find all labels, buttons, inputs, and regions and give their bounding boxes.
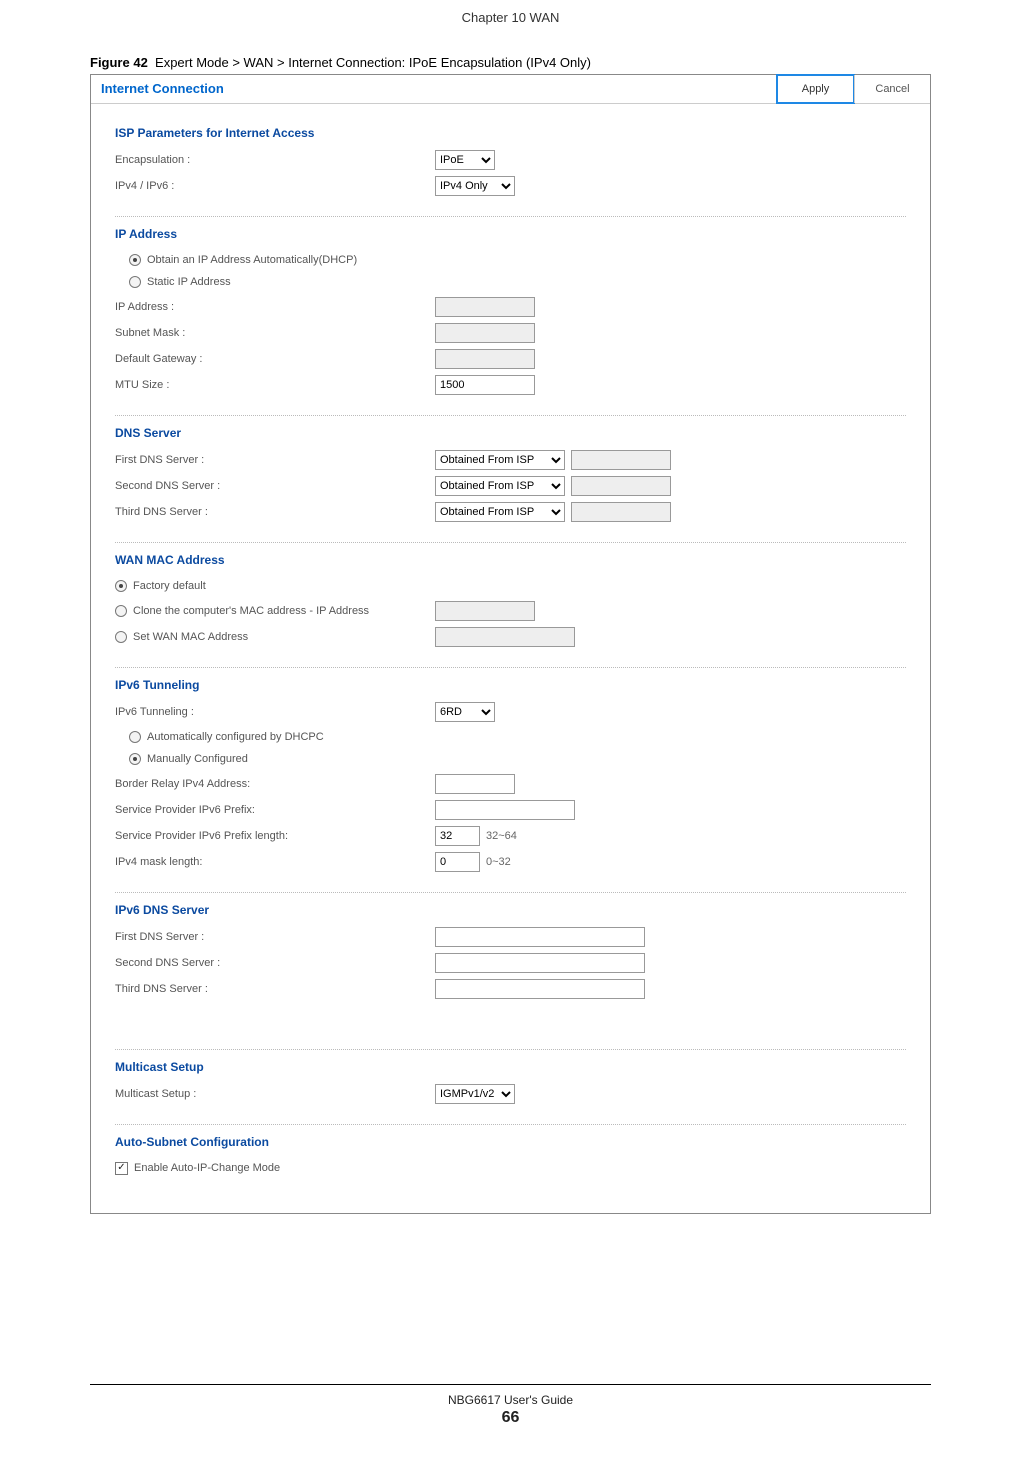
first-dns-label: First DNS Server : bbox=[115, 454, 435, 466]
border-relay-label: Border Relay IPv4 Address: bbox=[115, 778, 435, 790]
radio-icon bbox=[129, 753, 141, 765]
ipv6-first-dns-label: First DNS Server : bbox=[115, 931, 435, 943]
ipv6-third-dns-label: Third DNS Server : bbox=[115, 983, 435, 995]
section-heading-ipv6dns: IPv6 DNS Server bbox=[115, 903, 906, 917]
radio-static-label: Static IP Address bbox=[147, 276, 231, 288]
radio-dhcp[interactable]: Obtain an IP Address Automatically(DHCP) bbox=[115, 249, 906, 271]
radio-setmac-label[interactable]: Set WAN MAC Address bbox=[133, 631, 248, 643]
radio-factory-default[interactable]: Factory default bbox=[115, 575, 906, 597]
page-number: 66 bbox=[0, 1409, 1021, 1427]
tunneling-mode-label: IPv6 Tunneling : bbox=[115, 706, 435, 718]
radio-icon bbox=[115, 605, 127, 617]
section-heading-dns: DNS Server bbox=[115, 426, 906, 440]
ip-address-input[interactable] bbox=[435, 297, 535, 317]
checkbox-icon bbox=[115, 1162, 128, 1175]
section-multicast: Multicast Setup Multicast Setup : IGMPv1… bbox=[115, 1050, 906, 1125]
footer-guide-title: NBG6617 User's Guide bbox=[0, 1393, 1021, 1407]
radio-icon bbox=[115, 631, 127, 643]
radio-tun-manual[interactable]: Manually Configured bbox=[115, 748, 906, 770]
multicast-label: Multicast Setup : bbox=[115, 1088, 435, 1100]
radio-static[interactable]: Static IP Address bbox=[115, 271, 906, 293]
chapter-header: Chapter 10 WAN bbox=[90, 10, 931, 25]
titlebar: Internet Connection Apply Cancel bbox=[91, 75, 930, 104]
auto-ip-change-checkbox-row[interactable]: Enable Auto-IP-Change Mode bbox=[115, 1157, 906, 1179]
second-dns-select[interactable]: Obtained From ISP bbox=[435, 476, 565, 496]
ipver-label: IPv4 / IPv6 : bbox=[115, 180, 435, 192]
ipv6-second-dns-input[interactable] bbox=[435, 953, 645, 973]
radio-dhcp-label: Obtain an IP Address Automatically(DHCP) bbox=[147, 254, 357, 266]
section-ipv6-dns: IPv6 DNS Server First DNS Server : Secon… bbox=[115, 893, 906, 1050]
radio-icon bbox=[129, 276, 141, 288]
section-auto-subnet: Auto-Subnet Configuration Enable Auto-IP… bbox=[115, 1125, 906, 1195]
multicast-select[interactable]: IGMPv1/v2 bbox=[435, 1084, 515, 1104]
page-footer: NBG6617 User's Guide 66 bbox=[0, 1385, 1021, 1447]
radio-tun-auto[interactable]: Automatically configured by DHCPC bbox=[115, 726, 906, 748]
section-heading-multicast: Multicast Setup bbox=[115, 1060, 906, 1074]
subnet-mask-label: Subnet Mask : bbox=[115, 327, 435, 339]
tunneling-mode-select[interactable]: 6RD bbox=[435, 702, 495, 722]
sp-prefix-len-hint: 32~64 bbox=[486, 830, 517, 842]
section-dns-server: DNS Server First DNS Server : Obtained F… bbox=[115, 416, 906, 543]
radio-icon bbox=[115, 580, 127, 592]
third-dns-label: Third DNS Server : bbox=[115, 506, 435, 518]
figure-caption: Figure 42 Expert Mode > WAN > Internet C… bbox=[90, 55, 931, 70]
ip-address-label: IP Address : bbox=[115, 301, 435, 313]
section-heading-mac: WAN MAC Address bbox=[115, 553, 906, 567]
radio-icon bbox=[129, 731, 141, 743]
section-heading-ipaddr: IP Address bbox=[115, 227, 906, 241]
first-dns-input[interactable] bbox=[571, 450, 671, 470]
sp-prefix-len-label: Service Provider IPv6 Prefix length: bbox=[115, 830, 435, 842]
section-heading-autosubnet: Auto-Subnet Configuration bbox=[115, 1135, 906, 1149]
second-dns-input[interactable] bbox=[571, 476, 671, 496]
v4-mask-label: IPv4 mask length: bbox=[115, 856, 435, 868]
section-wan-mac: WAN MAC Address Factory default Clone th… bbox=[115, 543, 906, 668]
cancel-button[interactable]: Cancel bbox=[854, 75, 930, 103]
ipv6-third-dns-input[interactable] bbox=[435, 979, 645, 999]
mtu-size-input[interactable] bbox=[435, 375, 535, 395]
ipver-select[interactable]: IPv4 Only bbox=[435, 176, 515, 196]
radio-factory-label: Factory default bbox=[133, 580, 206, 592]
second-dns-label: Second DNS Server : bbox=[115, 480, 435, 492]
section-ip-address: IP Address Obtain an IP Address Automati… bbox=[115, 217, 906, 416]
internet-connection-panel: Internet Connection Apply Cancel ISP Par… bbox=[90, 74, 931, 1214]
first-dns-select[interactable]: Obtained From ISP bbox=[435, 450, 565, 470]
border-relay-input[interactable] bbox=[435, 774, 515, 794]
third-dns-select[interactable]: Obtained From ISP bbox=[435, 502, 565, 522]
set-wan-mac-input[interactable] bbox=[435, 627, 575, 647]
clone-mac-ip-input[interactable] bbox=[435, 601, 535, 621]
radio-tun-auto-label: Automatically configured by DHCPC bbox=[147, 731, 324, 743]
section-isp-params: ISP Parameters for Internet Access Encap… bbox=[115, 116, 906, 217]
panel-title: Internet Connection bbox=[91, 75, 777, 103]
radio-clone-label[interactable]: Clone the computer's MAC address - IP Ad… bbox=[133, 605, 369, 617]
section-heading-isp: ISP Parameters for Internet Access bbox=[115, 126, 906, 140]
sp-prefix-label: Service Provider IPv6 Prefix: bbox=[115, 804, 435, 816]
apply-button[interactable]: Apply bbox=[776, 74, 855, 104]
third-dns-input[interactable] bbox=[571, 502, 671, 522]
mtu-size-label: MTU Size : bbox=[115, 379, 435, 391]
ipv6-first-dns-input[interactable] bbox=[435, 927, 645, 947]
figure-caption-text: Expert Mode > WAN > Internet Connection:… bbox=[155, 55, 591, 70]
default-gateway-input[interactable] bbox=[435, 349, 535, 369]
section-heading-tunneling: IPv6 Tunneling bbox=[115, 678, 906, 692]
encapsulation-label: Encapsulation : bbox=[115, 154, 435, 166]
section-ipv6-tunneling: IPv6 Tunneling IPv6 Tunneling : 6RD Auto… bbox=[115, 668, 906, 893]
figure-label: Figure 42 bbox=[90, 55, 148, 70]
encapsulation-select[interactable]: IPoE bbox=[435, 150, 495, 170]
sp-prefix-len-input[interactable] bbox=[435, 826, 480, 846]
v4-mask-input[interactable] bbox=[435, 852, 480, 872]
radio-tun-manual-label: Manually Configured bbox=[147, 753, 248, 765]
v4-mask-hint: 0~32 bbox=[486, 856, 511, 868]
auto-ip-change-label: Enable Auto-IP-Change Mode bbox=[134, 1162, 280, 1174]
subnet-mask-input[interactable] bbox=[435, 323, 535, 343]
radio-icon bbox=[129, 254, 141, 266]
ipv6-second-dns-label: Second DNS Server : bbox=[115, 957, 435, 969]
default-gateway-label: Default Gateway : bbox=[115, 353, 435, 365]
sp-prefix-input[interactable] bbox=[435, 800, 575, 820]
